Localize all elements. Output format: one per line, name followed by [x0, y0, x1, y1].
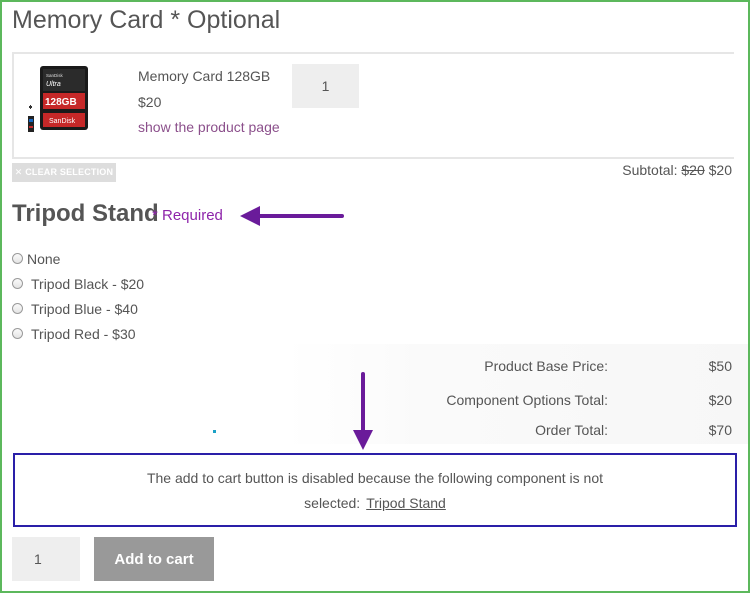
radio-button[interactable]: [12, 328, 23, 339]
options-total-label: Component Options Total:: [446, 392, 608, 408]
card-capacity: 128GB: [45, 97, 77, 108]
radio-button[interactable]: [12, 303, 23, 314]
subtotal-label: Subtotal:: [622, 162, 678, 178]
product-price: $20: [138, 94, 162, 110]
subtotal-old-price: $20: [681, 162, 705, 178]
base-price-value: $50: [708, 358, 732, 374]
options-total-value: $20: [708, 392, 732, 408]
cart-quantity-input[interactable]: [12, 537, 80, 581]
annotation-arrow-left: [240, 206, 344, 226]
option-label: Tripod Red - $30: [31, 325, 136, 342]
tripod-stand-link[interactable]: Tripod Stand: [366, 495, 446, 511]
annotation-arrow-down: [353, 372, 373, 450]
memory-card-product: SanDisk Ultra 128GB SanDisk Memory Card …: [12, 52, 734, 159]
option-none[interactable]: None: [12, 246, 144, 271]
order-total-value: $70: [708, 422, 732, 438]
order-total-label: Order Total:: [535, 422, 608, 438]
subtotal: Subtotal: $20 $20: [622, 162, 732, 178]
product-name: Memory Card 128GB: [138, 68, 271, 84]
tripod-stand-heading: Tripod Stand: [12, 200, 159, 227]
base-price-label: Product Base Price:: [484, 358, 608, 374]
product-page-link[interactable]: show the product page: [138, 119, 280, 135]
loading-dot: [213, 430, 216, 433]
option-tripod-blue[interactable]: Tripod Blue - $40: [12, 296, 144, 321]
option-label: None: [27, 250, 61, 267]
option-tripod-black[interactable]: Tripod Black - $20: [12, 271, 144, 296]
tripod-options: None Tripod Black - $20 Tripod Blue - $4…: [12, 246, 144, 346]
clear-selection-button[interactable]: ✕ CLEAR SELECTION: [12, 163, 116, 182]
required-label: * Required: [152, 207, 223, 224]
radio-button[interactable]: [12, 253, 23, 264]
memory-card-quantity-input[interactable]: [292, 64, 359, 108]
card-brand-small: SanDisk: [46, 73, 64, 78]
notice-line-2: selected: Tripod Stand: [15, 495, 735, 511]
add-to-cart-button[interactable]: Add to cart: [94, 537, 214, 581]
subtotal-new-price: $20: [708, 162, 732, 178]
radio-button[interactable]: [12, 278, 23, 289]
memory-card-heading: Memory Card * Optional: [12, 6, 281, 34]
option-label: Tripod Black - $20: [31, 275, 145, 292]
option-label: Tripod Blue - $40: [31, 300, 138, 317]
option-tripod-red[interactable]: Tripod Red - $30: [12, 321, 144, 346]
notice-prefix: selected:: [304, 495, 361, 511]
card-model: Ultra: [46, 81, 61, 88]
memory-card-image[interactable]: SanDisk Ultra 128GB SanDisk: [26, 64, 92, 140]
notice-text: The add to cart button is disabled becau…: [146, 470, 604, 486]
disabled-cart-notice: The add to cart button is disabled becau…: [13, 453, 737, 527]
card-brand: SanDisk: [49, 118, 76, 125]
